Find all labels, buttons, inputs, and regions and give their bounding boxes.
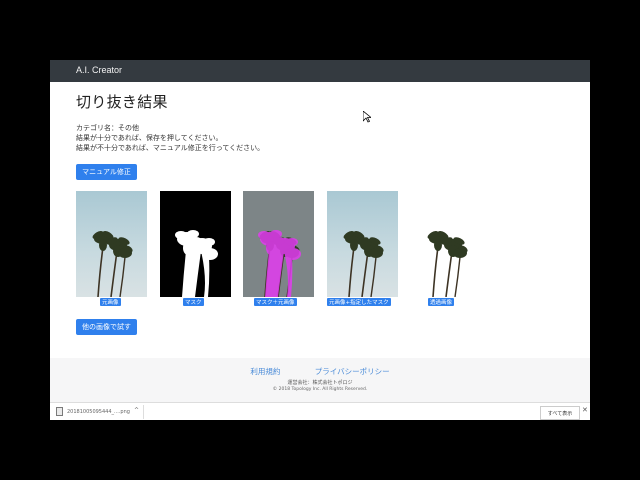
- terms-link[interactable]: 利用規約: [250, 367, 280, 376]
- download-bar: 20181005095444_....png ^ すべて表示 ✕: [50, 402, 590, 420]
- caption-transparent: 透過画像: [428, 298, 455, 306]
- download-item[interactable]: 20181005095444_....png: [56, 407, 130, 416]
- result-info: カテゴリ名：その他 結果が十分であれば、保存を押してください。 結果が不十分であ…: [76, 123, 264, 153]
- chevron-up-icon[interactable]: ^: [134, 407, 139, 414]
- try-other-image-button[interactable]: 他の画像で試す: [76, 319, 137, 335]
- save-instruction: 結果が十分であれば、保存を押してください。: [76, 134, 223, 142]
- specified-mask-image: [327, 191, 398, 297]
- copyright-text: © 2018 Topology Inc. All Rights Reserved…: [272, 387, 368, 392]
- download-file-name: 20181005095444_....png: [67, 408, 130, 415]
- privacy-link[interactable]: プライバシーポリシー: [315, 367, 390, 376]
- mouse-cursor-icon: [363, 111, 371, 123]
- navbar: A.I. Creator: [50, 60, 590, 82]
- caption-mask-overlay: マスク＋元画像: [254, 298, 297, 306]
- caption-specified-mask: 元画像+指定したマスク: [327, 298, 391, 306]
- category-line: カテゴリ名：その他: [76, 124, 139, 132]
- mask-shape: [175, 230, 218, 297]
- brand-logo[interactable]: A.I. Creator: [76, 65, 122, 75]
- manual-fix-button[interactable]: マニュアル修正: [76, 164, 137, 180]
- footer-links: 利用規約 プライバシーポリシー: [50, 366, 590, 377]
- close-icon[interactable]: ✕: [582, 406, 588, 414]
- palm-trees-image: [90, 228, 135, 297]
- operator-text: 運営会社：株式会社トポロジ: [287, 380, 353, 386]
- browser-window: A.I. Creator 切り抜き結果 カテゴリ名：その他 結果が十分であれば、…: [50, 60, 590, 420]
- footer: 利用規約 プライバシーポリシー 運営会社：株式会社トポロジ © 2018 Top…: [50, 358, 590, 402]
- caption-mask: マスク: [183, 298, 204, 306]
- caption-original: 元画像: [100, 298, 121, 306]
- manual-instruction: 結果が不十分であれば、マニュアル修正を行ってください。: [76, 144, 265, 152]
- file-icon: [56, 407, 63, 416]
- original-image: [76, 191, 147, 297]
- show-all-button[interactable]: すべて表示: [540, 406, 580, 420]
- divider: [143, 405, 144, 419]
- overlay-shape: [257, 228, 302, 297]
- page-title: 切り抜き結果: [76, 93, 168, 111]
- palm-trees-image: [341, 228, 386, 297]
- mask-overlay-image: [243, 191, 314, 297]
- mask-image: [160, 191, 231, 297]
- transparent-image: [411, 191, 482, 297]
- palm-trees-cutout: [425, 228, 470, 297]
